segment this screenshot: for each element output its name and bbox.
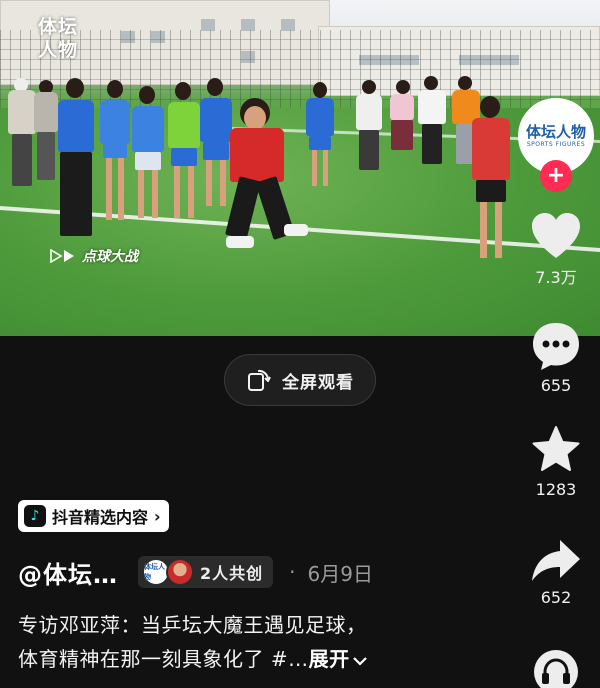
comment-icon	[533, 323, 579, 370]
watermark-line: 人物	[38, 39, 79, 61]
share-count: 652	[540, 588, 572, 607]
post-date: 6月9日	[307, 561, 373, 586]
watermark-bottom-text: 点球大战	[82, 249, 138, 265]
comment-button[interactable]: 655	[520, 320, 592, 395]
follow-button[interactable]: +	[540, 160, 572, 192]
watermark-top-left: 体坛 人物	[38, 16, 78, 62]
date-separator: ·	[289, 560, 296, 584]
douyin-featured-tag[interactable]: ♪ 抖音精选内容 ›	[18, 500, 169, 532]
avatar-logo-subtext: SPORTS FIGURES	[526, 141, 586, 148]
fullscreen-button[interactable]: 全屏观看	[224, 354, 376, 406]
like-button[interactable]: 7.3万	[520, 212, 592, 288]
chevron-down-icon	[352, 656, 367, 666]
share-button[interactable]: 652	[520, 538, 592, 607]
cocreator-avatar	[166, 558, 194, 586]
share-arrow-icon	[532, 540, 580, 581]
description-text: 体育精神在那一刻具象化了 #…	[18, 647, 309, 671]
watermark-line: 体坛	[38, 16, 79, 38]
description-line: 体育精神在那一刻具象化了 #…展开	[18, 642, 488, 676]
star-icon	[532, 426, 580, 471]
chevron-right-icon: ›	[154, 506, 161, 526]
comment-count: 655	[540, 376, 572, 395]
cocreate-label: 2人共创	[200, 564, 264, 583]
cocreate-badge[interactable]: 体坛人物 2人共创	[138, 556, 274, 588]
expand-label: 展开	[308, 647, 350, 671]
fence	[0, 30, 600, 110]
like-count: 7.3万	[535, 268, 577, 287]
play-arrows-icon	[50, 249, 74, 263]
listen-button[interactable]	[520, 646, 592, 688]
avatar-logo-text: 体坛人物	[525, 123, 586, 141]
favorite-count: 1283	[535, 480, 577, 499]
heart-icon	[532, 213, 580, 258]
author-row: @体坛… 体坛人物 2人共创 · 6月9日	[18, 552, 373, 592]
featured-tag-label: 抖音精选内容	[52, 508, 149, 527]
favorite-button[interactable]: 1283	[520, 424, 592, 499]
douyin-logo-icon: ♪	[24, 505, 46, 527]
headphones-icon	[534, 650, 578, 688]
video-description: 专访邓亚萍：当乒坛大魔王遇见足球， 体育精神在那一刻具象化了 #…展开	[18, 608, 488, 676]
plus-icon: +	[546, 163, 566, 188]
fullscreen-label: 全屏观看	[282, 372, 354, 393]
author-name[interactable]: @体坛…	[18, 555, 118, 590]
expand-button[interactable]: 展开	[309, 647, 368, 671]
rotate-screen-icon	[248, 369, 271, 391]
description-line: 专访邓亚萍：当乒坛大魔王遇见足球，	[18, 613, 367, 637]
watermark-bottom: 点球大战	[50, 246, 138, 266]
video-player[interactable]: 体坛 人物 点球大战	[0, 0, 600, 336]
